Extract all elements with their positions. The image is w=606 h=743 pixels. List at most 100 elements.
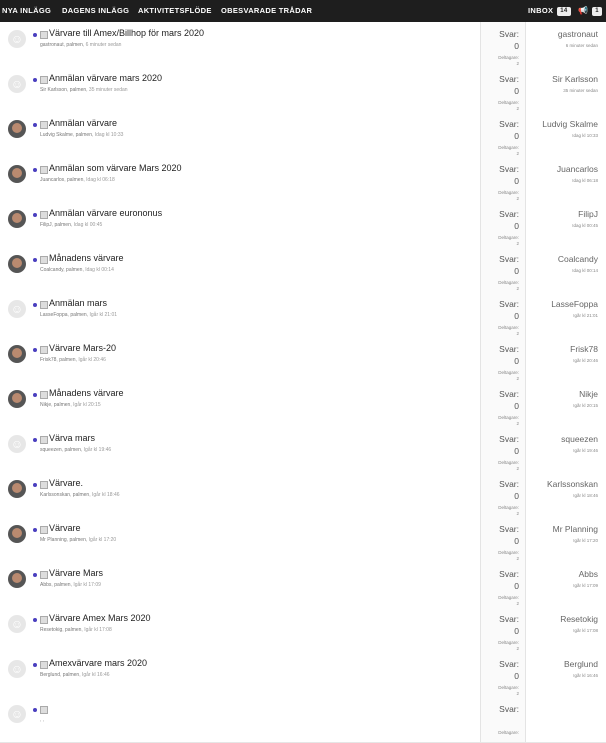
nav-new-posts[interactable]: NYA INLÄGG (2, 0, 51, 22)
thread-forum-link[interactable]: palmen (54, 582, 70, 588)
thread-author-link[interactable]: Resetokig (40, 627, 62, 633)
thread-row[interactable]: , , Svar: Deltagare: (0, 697, 606, 743)
alerts-button[interactable]: 📢 1 (578, 0, 602, 22)
avatar[interactable] (8, 30, 26, 48)
avatar[interactable] (8, 210, 26, 228)
thread-title-link[interactable]: Värvare Mars-20 (49, 343, 116, 353)
thread-row[interactable]: Månadens värvare Nikje, palmen, Igår kl 2… (0, 382, 606, 428)
avatar[interactable] (8, 660, 26, 678)
last-post-user-link[interactable]: squeezen (561, 434, 598, 444)
thread-author-link[interactable]: Sir Karlsson (40, 87, 67, 93)
thread-row[interactable]: Amexvärvare mars 2020 Berglund, palmen, I… (0, 652, 606, 698)
inbox-button[interactable]: INBOX 14 (528, 0, 571, 22)
thread-title-link[interactable]: Amexvärvare mars 2020 (49, 658, 147, 668)
last-post-user-link[interactable]: gastronaut (558, 29, 598, 39)
thread-author-link[interactable]: squeezen (40, 447, 62, 453)
last-post-time[interactable]: 35 minuter sedan (563, 88, 598, 93)
thread-forum-link[interactable]: palmen (69, 537, 85, 543)
thread-author-link[interactable]: Nikje (40, 402, 51, 408)
last-post-time[interactable]: Igår kl 17:20 (573, 538, 598, 543)
thread-title-link[interactable]: Värvare. (49, 478, 83, 488)
avatar[interactable] (8, 165, 26, 183)
nav-todays-posts[interactable]: DAGENS INLÄGG (62, 0, 129, 22)
avatar[interactable] (8, 615, 26, 633)
thread-author-link[interactable]: LasseFoppa (40, 312, 68, 318)
last-post-user-link[interactable]: Berglund (564, 659, 598, 669)
last-post-time[interactable]: Igår kl 16:46 (573, 673, 598, 678)
thread-forum-link[interactable]: palmen (70, 312, 86, 318)
thread-row[interactable]: Värvare Mr Planning, palmen, Igår kl 17:2… (0, 517, 606, 563)
thread-forum-link[interactable]: palmen (59, 357, 75, 363)
thread-row[interactable]: Anmälan värvare mars 2020 Sir Karlsson, p… (0, 67, 606, 113)
last-post-user-link[interactable]: Ludvig Skalme (542, 119, 598, 129)
avatar[interactable] (8, 345, 26, 363)
thread-author-link[interactable]: Abbs (40, 582, 51, 588)
last-post-time[interactable]: Igår kl 20:15 (573, 403, 598, 408)
last-post-user-link[interactable]: Karlssonskan (547, 479, 598, 489)
last-post-user-link[interactable]: LasseFoppa (551, 299, 598, 309)
thread-title-link[interactable]: Anmälan mars (49, 298, 107, 308)
last-post-time[interactable]: Igår kl 20:46 (573, 358, 598, 363)
nav-activity-feed[interactable]: AKTIVITETSFLÖDE (138, 0, 212, 22)
thread-author-link[interactable]: Mr Planning (40, 537, 67, 543)
last-post-user-link[interactable]: Resetokig (560, 614, 598, 624)
thread-author-link[interactable]: Juancarlos (40, 177, 64, 183)
last-post-time[interactable]: Idag kl 00:45 (572, 223, 598, 228)
thread-forum-link[interactable]: palmen (76, 132, 92, 138)
thread-title-link[interactable]: Anmälan värvare (49, 118, 117, 128)
avatar[interactable] (8, 705, 26, 723)
last-post-user-link[interactable]: Coalcandy (558, 254, 598, 264)
thread-title-link[interactable]: Månadens värvare (49, 253, 124, 263)
thread-title-link[interactable]: Värvare till Amex/Billhop för mars 2020 (49, 28, 204, 38)
last-post-time[interactable]: Igår kl 19:46 (573, 448, 598, 453)
thread-row[interactable]: Anmälan värvare eurononus FilipJ, palmen,… (0, 202, 606, 248)
last-post-time[interactable]: 6 minuter sedan (566, 43, 598, 48)
thread-title-link[interactable]: Värvare (49, 523, 81, 533)
thread-row[interactable]: Värvare Mars-20 Frisk78, palmen, Igår kl … (0, 337, 606, 383)
avatar[interactable] (8, 300, 26, 318)
thread-title-link[interactable]: Månadens värvare (49, 388, 124, 398)
thread-title-link[interactable]: Anmälan värvare mars 2020 (49, 73, 162, 83)
thread-row[interactable]: Anmälan mars LasseFoppa, palmen, Igår kl … (0, 292, 606, 338)
thread-forum-link[interactable]: palmen (54, 222, 70, 228)
thread-row[interactable]: Månadens värvare Coalcandy, palmen, Idag … (0, 247, 606, 293)
last-post-time[interactable]: Igår kl 17:09 (573, 583, 598, 588)
thread-forum-link[interactable]: palmen (63, 672, 79, 678)
thread-forum-link[interactable]: palmen (65, 627, 81, 633)
last-post-user-link[interactable]: Abbs (579, 569, 598, 579)
last-post-user-link[interactable]: Frisk78 (570, 344, 598, 354)
last-post-time[interactable]: Idag kl 00:14 (572, 268, 598, 273)
thread-author-link[interactable]: FilipJ (40, 222, 52, 228)
avatar[interactable] (8, 255, 26, 273)
thread-forum-link[interactable]: palmen (67, 177, 83, 183)
thread-forum-link[interactable]: palmen (73, 492, 89, 498)
last-post-user-link[interactable]: Mr Planning (553, 524, 598, 534)
nav-unanswered-threads[interactable]: OBESVARADE TRÅDAR (221, 0, 312, 22)
last-post-time[interactable]: Idag kl 06:18 (572, 178, 598, 183)
last-post-time[interactable]: Igår kl 21:01 (573, 313, 598, 318)
thread-row[interactable]: Anmälan som värvare Mars 2020 Juancarlos,… (0, 157, 606, 203)
thread-title-link[interactable]: Värva mars (49, 433, 95, 443)
thread-title-link[interactable]: Värvare Mars (49, 568, 103, 578)
thread-row[interactable]: Värvare Mars Abbs, palmen, Igår kl 17:09 S… (0, 562, 606, 608)
thread-forum-link[interactable]: palmen (64, 447, 80, 453)
thread-forum-link[interactable]: palmen (66, 42, 82, 48)
thread-author-link[interactable]: Coalcandy (40, 267, 63, 273)
last-post-time[interactable]: Idag kl 10:33 (572, 133, 598, 138)
thread-row[interactable]: Värvare. Karlssonskan, palmen, Igår kl 18… (0, 472, 606, 518)
avatar[interactable] (8, 435, 26, 453)
thread-author-link[interactable]: Ludvig Skalme (40, 132, 73, 138)
thread-author-link[interactable]: Karlssonskan (40, 492, 70, 498)
thread-author-link[interactable]: Frisk78 (40, 357, 56, 363)
thread-forum-link[interactable]: palmen (54, 402, 70, 408)
thread-author-link[interactable]: gastronaut (40, 42, 64, 48)
avatar[interactable] (8, 480, 26, 498)
last-post-user-link[interactable]: Nikje (579, 389, 598, 399)
avatar[interactable] (8, 75, 26, 93)
avatar[interactable] (8, 390, 26, 408)
last-post-user-link[interactable]: FilipJ (578, 209, 598, 219)
thread-forum-link[interactable]: palmen (66, 267, 82, 273)
last-post-time[interactable]: Igår kl 18:46 (573, 493, 598, 498)
last-post-user-link[interactable]: Juancarlos (557, 164, 598, 174)
thread-author-link[interactable]: Berglund (40, 672, 60, 678)
